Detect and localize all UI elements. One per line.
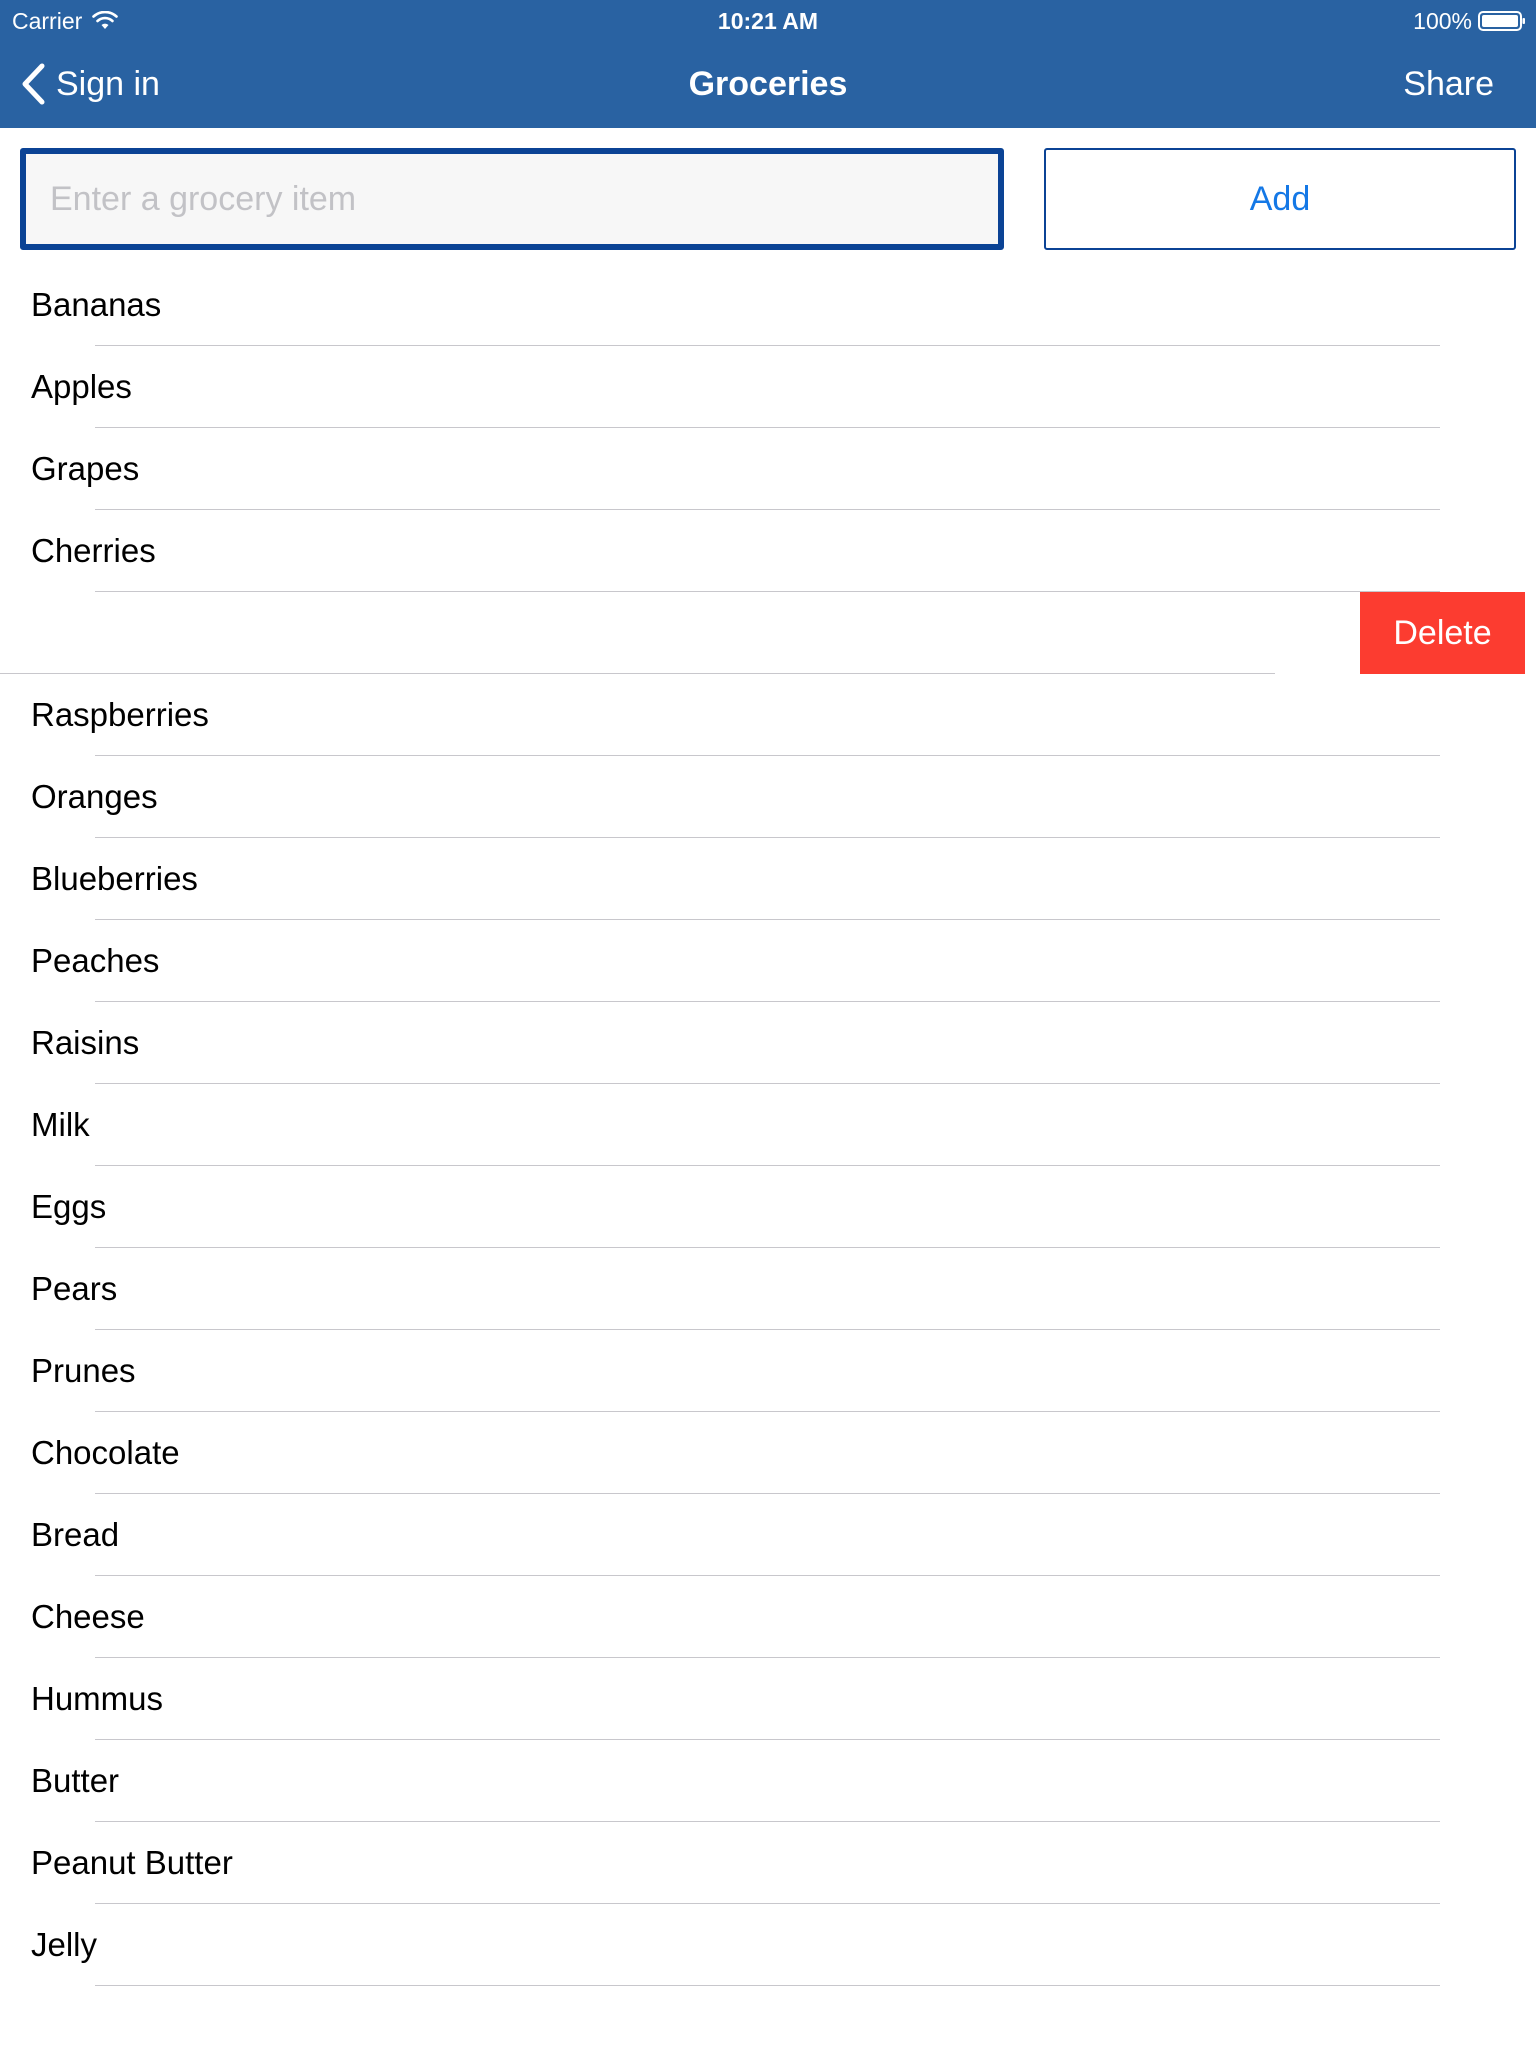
list-item-label: Oranges bbox=[31, 778, 158, 815]
list-item[interactable]: Cherries bbox=[0, 510, 1536, 592]
list-item[interactable]: Hummus bbox=[0, 1658, 1536, 1740]
list-item-label: Chocolate bbox=[31, 1434, 180, 1471]
add-button[interactable]: Add bbox=[1044, 148, 1516, 250]
battery-icon bbox=[1478, 11, 1525, 31]
list-item-content: Milk bbox=[0, 1084, 1440, 1166]
list-item-label: Jelly bbox=[31, 1926, 98, 1963]
list-item-content: Peanut Butter bbox=[0, 1822, 1440, 1904]
list-item[interactable]: Delete bbox=[0, 592, 1536, 674]
list-item-content: Blueberries bbox=[0, 838, 1440, 920]
list-item[interactable]: Apples bbox=[0, 346, 1536, 428]
navigation-bar: Carrier 10:21 AM 100% Sign in Groceries … bbox=[0, 0, 1536, 128]
list-item-label: Cheese bbox=[31, 1598, 145, 1635]
list-item-content: Pears bbox=[0, 1248, 1440, 1330]
list-item-label: Eggs bbox=[31, 1188, 107, 1225]
share-button[interactable]: Share bbox=[1403, 60, 1494, 108]
list-item[interactable]: Peanut Butter bbox=[0, 1822, 1536, 1904]
list-item-content: Oranges bbox=[0, 756, 1440, 838]
list-item[interactable]: Grapes bbox=[0, 428, 1536, 510]
list-item[interactable]: Cheese bbox=[0, 1576, 1536, 1658]
list-item-content: Jelly bbox=[0, 1904, 1440, 1986]
list-item-content: Raspberries bbox=[0, 674, 1440, 756]
list-item[interactable]: Bananas bbox=[0, 264, 1536, 346]
list-item[interactable]: Blueberries bbox=[0, 838, 1536, 920]
list-item-content: Raisins bbox=[0, 1002, 1440, 1084]
list-item-content: Chocolate bbox=[0, 1412, 1440, 1494]
list-item[interactable]: Peaches bbox=[0, 920, 1536, 1002]
row-divider bbox=[95, 1985, 1440, 1986]
status-time: 10:21 AM bbox=[717, 8, 819, 34]
list-item[interactable]: Milk bbox=[0, 1084, 1536, 1166]
list-item-label: Cherries bbox=[31, 532, 156, 569]
list-item-label: Apples bbox=[31, 368, 132, 405]
list-item[interactable]: Butter bbox=[0, 1740, 1536, 1822]
list-item[interactable]: Chocolate bbox=[0, 1412, 1536, 1494]
list-item-label: Bread bbox=[31, 1516, 120, 1553]
list-item-label: Blueberries bbox=[31, 860, 198, 897]
battery-percent: 100% bbox=[1413, 8, 1472, 34]
list-item-label: Peaches bbox=[31, 942, 160, 979]
list-item-content: Prunes bbox=[0, 1330, 1440, 1412]
list-item[interactable]: Jelly bbox=[0, 1904, 1536, 1986]
list-item-content: Hummus bbox=[0, 1658, 1440, 1740]
grocery-item-input[interactable] bbox=[20, 148, 1004, 250]
page-title: Groceries bbox=[688, 65, 848, 103]
list-item[interactable]: Pears bbox=[0, 1248, 1536, 1330]
list-item-label: Milk bbox=[31, 1106, 90, 1143]
list-item-label: Peanut Butter bbox=[31, 1844, 233, 1881]
list-item[interactable]: Eggs bbox=[0, 1166, 1536, 1248]
list-item-content: Bananas bbox=[0, 264, 1440, 346]
list-item-label: Bananas bbox=[31, 286, 162, 323]
list-item-content: Cherries bbox=[0, 510, 1440, 592]
list-item[interactable]: Prunes bbox=[0, 1330, 1536, 1412]
list-item-content: Cheese bbox=[0, 1576, 1440, 1658]
list-item-content: Eggs bbox=[0, 1166, 1440, 1248]
list-item-content bbox=[0, 592, 1275, 674]
list-item-label: Butter bbox=[31, 1762, 120, 1799]
list-item-label: Pears bbox=[31, 1270, 118, 1307]
list-item[interactable]: Raspberries bbox=[0, 674, 1536, 756]
status-battery: 100% bbox=[1413, 6, 1526, 36]
list-item-label: Raisins bbox=[31, 1024, 140, 1061]
list-item-content: Grapes bbox=[0, 428, 1440, 510]
list-item-content: Butter bbox=[0, 1740, 1440, 1822]
delete-button[interactable]: Delete bbox=[1360, 592, 1525, 674]
grocery-list: Bananas Apples Grapes Cherries Delete Raspber… bbox=[0, 264, 1536, 1986]
list-item-label: Prunes bbox=[31, 1352, 136, 1389]
list-item[interactable]: Bread bbox=[0, 1494, 1536, 1576]
list-item-label: Grapes bbox=[31, 450, 140, 487]
list-item-label: Raspberries bbox=[31, 696, 209, 733]
list-item[interactable]: Oranges bbox=[0, 756, 1536, 838]
list-item-content: Bread bbox=[0, 1494, 1440, 1576]
list-item-content: Apples bbox=[0, 346, 1440, 428]
list-item-content: Peaches bbox=[0, 920, 1440, 1002]
list-item-label: Hummus bbox=[31, 1680, 164, 1717]
list-item[interactable]: Raisins bbox=[0, 1002, 1536, 1084]
